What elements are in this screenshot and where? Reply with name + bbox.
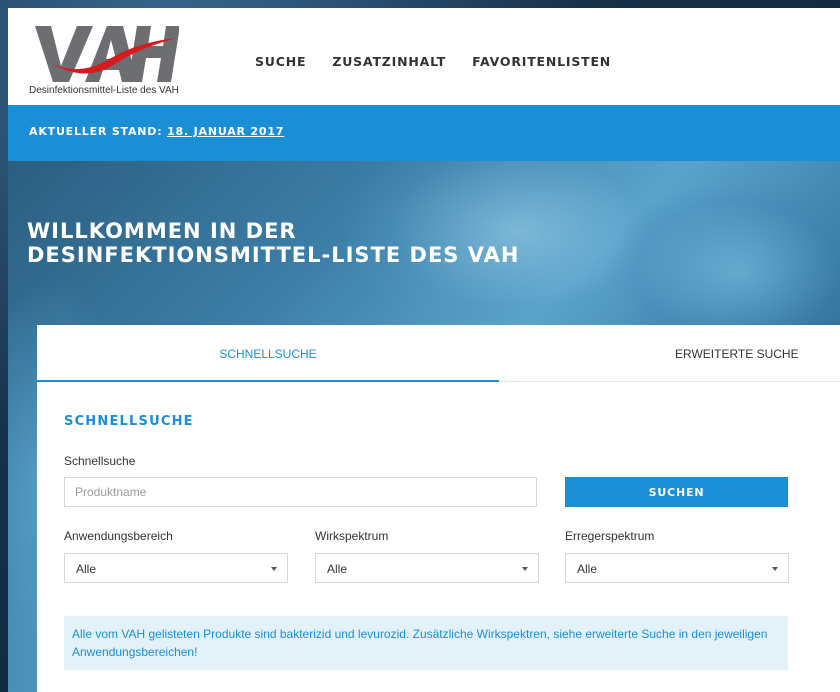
filter-label-erregerspektrum: Erregerspektrum xyxy=(565,529,655,543)
select-anwendungsbereich[interactable]: Alle xyxy=(64,553,288,583)
select-wirkspektrum[interactable]: Alle xyxy=(315,553,539,583)
select-value: Alle xyxy=(327,562,348,576)
tab-erweiterte-suche[interactable]: ERWEITERTE SUCHE xyxy=(675,347,799,361)
site-header: Desinfektionsmittel-Liste des VAH SUCHE … xyxy=(8,8,840,105)
status-bar: AKTUELLER STAND: 18. JANUAR 2017 xyxy=(8,105,840,161)
info-notice: Alle vom VAH gelisteten Produkte sind ba… xyxy=(64,616,788,670)
status-prefix: AKTUELLER STAND: xyxy=(29,125,163,138)
status-text: AKTUELLER STAND: 18. JANUAR 2017 xyxy=(29,125,284,138)
main-nav: SUCHE ZUSATZINHALT FAVORITENLISTEN xyxy=(255,54,611,69)
logo-subtitle: Desinfektionsmittel-Liste des VAH xyxy=(29,85,179,96)
search-panel: SCHNELLSUCHE ERWEITERTE SUCHE SCHNELLSUC… xyxy=(37,325,840,692)
chevron-down-icon xyxy=(522,567,528,571)
nav-item-favoritenlisten[interactable]: FAVORITENLISTEN xyxy=(472,54,611,69)
select-erregerspektrum[interactable]: Alle xyxy=(565,553,789,583)
hero-title: WILLKOMMEN IN DER DESINFEKTIONSMITTEL-LI… xyxy=(27,219,520,267)
select-value: Alle xyxy=(76,562,97,576)
chevron-down-icon xyxy=(772,567,778,571)
search-tabs: SCHNELLSUCHE ERWEITERTE SUCHE xyxy=(37,325,840,382)
tab-schnellsuche[interactable]: SCHNELLSUCHE xyxy=(37,347,499,382)
status-date-link[interactable]: 18. JANUAR 2017 xyxy=(167,125,284,138)
select-value: Alle xyxy=(577,562,598,576)
search-button[interactable]: SUCHEN xyxy=(565,477,788,507)
section-title: SCHNELLSUCHE xyxy=(64,414,194,429)
filter-label-anwendungsbereich: Anwendungsbereich xyxy=(64,529,173,543)
vah-logo-graphic xyxy=(35,26,180,82)
page: Desinfektionsmittel-Liste des VAH SUCHE … xyxy=(8,8,840,692)
nav-item-suche[interactable]: SUCHE xyxy=(255,54,306,69)
quick-search-label: Schnellsuche xyxy=(64,454,136,468)
product-search-input[interactable] xyxy=(64,477,537,507)
filter-label-wirkspektrum: Wirkspektrum xyxy=(315,529,389,543)
chevron-down-icon xyxy=(271,567,277,571)
nav-item-zusatzinhalt[interactable]: ZUSATZINHALT xyxy=(332,54,446,69)
